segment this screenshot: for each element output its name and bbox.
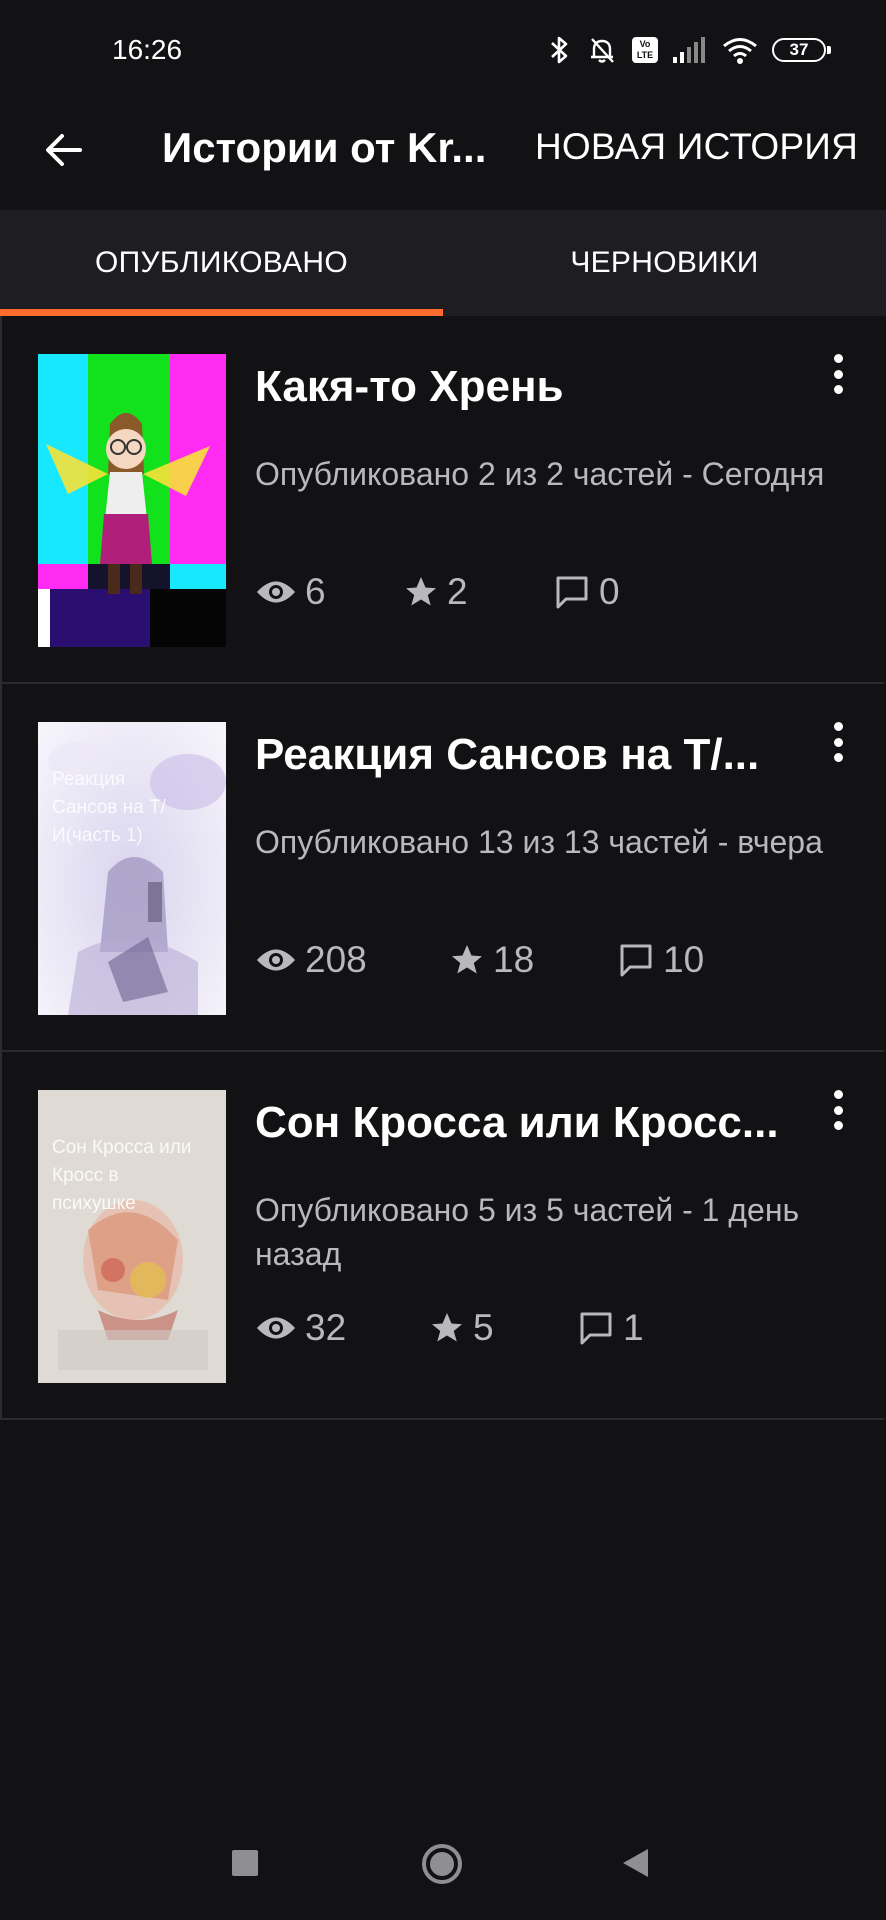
- story-stats: 6 2 0: [255, 564, 620, 620]
- story-cover: Сон Кросса или Кросс в психушке: [38, 1090, 226, 1383]
- cover-image: [38, 354, 226, 647]
- home-button[interactable]: [420, 1842, 464, 1886]
- comments-count: 10: [663, 939, 705, 980]
- page-title: Истории от Kr...: [162, 124, 487, 171]
- votes-stat: 18: [449, 939, 617, 981]
- story-card[interactable]: Сон Кросса или Кросс в психушке Сон Крос…: [0, 1052, 884, 1420]
- cover-caption: Реакция Сансов на Т/И(часть 1): [52, 769, 166, 846]
- back-button[interactable]: [36, 122, 92, 178]
- views-stat: 32: [255, 1307, 429, 1349]
- more-options-button[interactable]: [828, 718, 848, 766]
- story-title: Сон Кросса или Кросс...: [255, 1098, 779, 1147]
- eye-icon: [257, 1317, 295, 1339]
- status-bar: 16:26 Vo LTE 37: [0, 0, 886, 100]
- story-cover: [38, 354, 226, 647]
- story-stats: 32 5 1: [255, 1300, 644, 1356]
- votes-count: 5: [473, 1307, 494, 1348]
- comment-icon: [580, 1312, 612, 1345]
- votes-stat: 5: [429, 1307, 577, 1349]
- arrow-left-icon: [46, 134, 82, 166]
- more-options-button[interactable]: [828, 1086, 848, 1134]
- votes-stat: 2: [403, 571, 553, 613]
- back-nav-button[interactable]: [620, 1847, 650, 1879]
- recents-button[interactable]: [230, 1848, 260, 1878]
- app-bar: Истории от Kr... НОВАЯ ИСТОРИЯ: [0, 100, 886, 210]
- status-icons: Vo LTE 37: [548, 30, 831, 70]
- system-nav-bar: [0, 1800, 886, 1920]
- comments-count: 0: [599, 571, 620, 612]
- story-title: Реакция Сансов на Т/...: [255, 730, 760, 779]
- story-stats: 208 18 10: [255, 932, 704, 988]
- star-icon: [406, 577, 436, 606]
- star-icon: [452, 945, 482, 974]
- tab-drafts[interactable]: ЧЕРНОВИКИ: [443, 210, 886, 316]
- comment-icon: [620, 944, 652, 977]
- volte-icon: Vo LTE: [632, 37, 658, 63]
- views-stat: 208: [255, 939, 449, 981]
- story-cover: Реакция Сансов на Т/И(часть 1): [38, 722, 226, 1015]
- story-meta: Опубликовано 13 из 13 частей - вчера: [255, 824, 823, 860]
- comment-icon: [556, 576, 588, 609]
- views-count: 6: [305, 571, 326, 612]
- comments-stat: 0: [553, 571, 620, 613]
- views-stat: 6: [255, 571, 403, 613]
- comments-stat: 10: [617, 939, 704, 981]
- wifi-icon: [723, 38, 757, 64]
- more-options-button[interactable]: [828, 350, 848, 398]
- story-title: Какя-то Хрень: [255, 362, 564, 411]
- cover-caption: Сон Кросса или Кросс в психушке: [52, 1137, 192, 1214]
- bell-off-icon: [591, 38, 614, 63]
- eye-icon: [257, 949, 295, 971]
- tab-bar: ОПУБЛИКОВАНО ЧЕРНОВИКИ: [0, 210, 886, 316]
- comments-count: 1: [623, 1307, 644, 1348]
- votes-count: 2: [447, 571, 468, 612]
- views-count: 32: [305, 1307, 347, 1348]
- story-card[interactable]: Реакция Сансов на Т/И(часть 1) Реакция С…: [0, 684, 884, 1052]
- tab-published[interactable]: ОПУБЛИКОВАНО: [0, 210, 443, 316]
- star-icon: [432, 1313, 462, 1342]
- views-count: 208: [305, 939, 367, 980]
- bluetooth-icon: [551, 36, 568, 64]
- story-card[interactable]: Какя-то Хрень Опубликовано 2 из 2 частей…: [0, 316, 884, 684]
- new-story-button[interactable]: НОВАЯ ИСТОРИЯ: [535, 126, 858, 168]
- signal-icon: [673, 37, 705, 63]
- eye-icon: [257, 581, 295, 603]
- story-list: Какя-то Хрень Опубликовано 2 из 2 частей…: [0, 316, 886, 1420]
- status-time: 16:26: [112, 34, 183, 65]
- story-meta: Опубликовано 2 из 2 частей - Сегодня: [255, 456, 825, 492]
- story-meta: Опубликовано 5 из 5 частей - 1 день наза…: [255, 1192, 800, 1272]
- battery-icon: 37: [772, 38, 831, 62]
- votes-count: 18: [493, 939, 535, 980]
- comments-stat: 1: [577, 1307, 644, 1349]
